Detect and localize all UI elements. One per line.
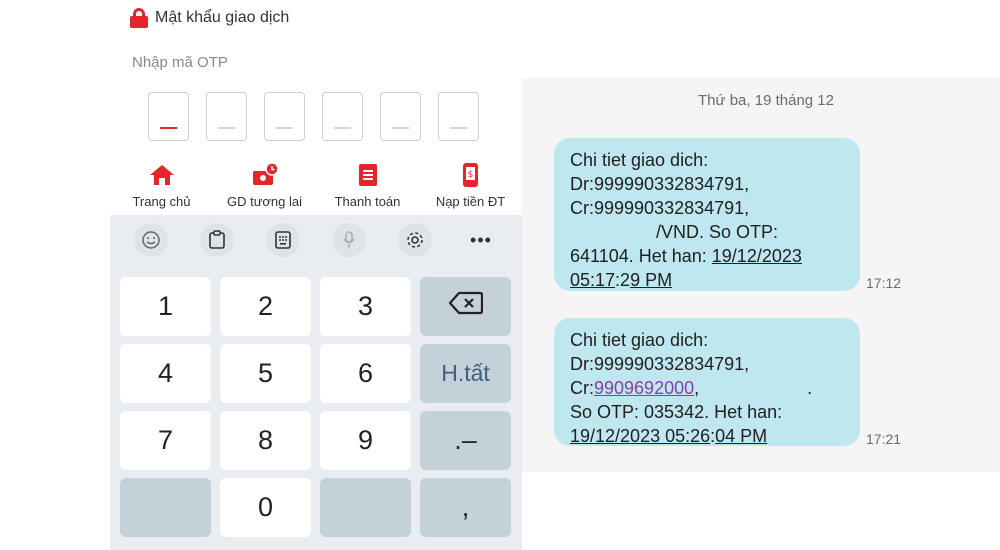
nav-item-home[interactable]: Trang chủ (112, 160, 212, 209)
otp-digit-2[interactable] (206, 92, 247, 141)
nav-label: Thanh toán (334, 194, 401, 209)
page-title: Mật khẩu giao dịch (155, 9, 290, 26)
otp-digit-4[interactable] (322, 92, 363, 141)
otp-input-group (148, 92, 479, 141)
sms-line: Chi tiet giao dich: (570, 330, 709, 350)
message-time: 17:12 (866, 275, 902, 291)
date-separator: Thứ ba, 19 tháng 12 (698, 92, 834, 109)
blank-key-left (120, 478, 211, 537)
keyboard-icon[interactable] (266, 223, 300, 257)
nav-label: Nạp tiền ĐT (435, 194, 506, 209)
settings-icon[interactable] (398, 223, 432, 257)
otp-label: Nhập mã OTP (132, 54, 228, 71)
sms-line: 05:17:29 PM (570, 270, 673, 290)
svg-text:$: $ (467, 170, 473, 180)
sms-conversation: Thứ ba, 19 tháng 12 Chi tiet giao dich: … (522, 78, 1000, 472)
bill-icon (357, 160, 379, 190)
nav-item-phone-topup[interactable]: $ Nạp tiền ĐT (421, 160, 521, 209)
backspace-icon (448, 291, 483, 322)
sms-line: Cr:999990332834791, (570, 198, 750, 218)
key-7[interactable]: 7 (120, 411, 211, 470)
key-8[interactable]: 8 (220, 411, 311, 470)
numeric-keyboard: ••• 1 2 3 4 5 6 H.tất 7 8 9 .– 0 , (110, 215, 522, 550)
lock-icon (130, 8, 148, 28)
banking-app-panel: Mật khẩu giao dịch Nhập mã OTP Trang chủ… (110, 0, 522, 550)
expiry-date-link[interactable]: 19/12/2023 (712, 246, 802, 266)
backspace-key[interactable] (420, 277, 511, 336)
key-6[interactable]: 6 (320, 344, 411, 403)
key-9[interactable]: 9 (320, 411, 411, 470)
key-1[interactable]: 1 (120, 277, 211, 336)
key-2[interactable]: 2 (220, 277, 311, 336)
future-transaction-icon (251, 160, 279, 190)
expiry-datetime-link[interactable]: 19/12/2023 05:26 (570, 426, 710, 446)
otp-digit-3[interactable] (264, 92, 305, 141)
sms-bubble[interactable]: Chi tiet giao dich: Dr:999990332834791, … (554, 318, 860, 446)
keyboard-toolbar: ••• (110, 215, 522, 265)
sms-line: 19/12/2023 05:26:04 PM (570, 426, 768, 446)
done-key[interactable]: H.tất (420, 344, 511, 403)
key-4[interactable]: 4 (120, 344, 211, 403)
clipboard-icon[interactable] (200, 223, 234, 257)
more-icon[interactable]: ••• (464, 223, 498, 257)
expiry-time-link[interactable]: 05:17 (570, 270, 615, 290)
key-0[interactable]: 0 (220, 478, 311, 537)
keypad: 1 2 3 4 5 6 H.tất 7 8 9 .– 0 , (120, 277, 512, 537)
nav-item-payment[interactable]: Thanh toán (318, 160, 418, 209)
phone-topup-icon: $ (460, 160, 482, 190)
nav-label: Trang chủ (132, 194, 191, 209)
blank-key-right (320, 478, 411, 537)
sms-line: 641104. Het han: 19/12/2023 (570, 246, 802, 266)
expiry-time-link[interactable]: 9 PM (630, 270, 672, 290)
dot-minus-key[interactable]: .– (420, 411, 511, 470)
sms-line: Dr:999990332834791, (570, 174, 750, 194)
emoji-icon[interactable] (134, 223, 168, 257)
mic-icon[interactable] (332, 223, 366, 257)
nav-item-future-transaction[interactable]: GD tương lai (215, 160, 315, 209)
header: Mật khẩu giao dịch (130, 8, 289, 28)
message-time: 17:21 (866, 431, 902, 447)
key-3[interactable]: 3 (320, 277, 411, 336)
sms-line: So OTP: 035342. Het han: (570, 402, 783, 422)
sms-line: Cr:9909692000,. (570, 378, 813, 398)
bottom-nav: Trang chủ GD tương lai Thanh toán $ Nạp … (110, 160, 522, 209)
comma-key[interactable]: , (420, 478, 511, 537)
sms-line: Chi tiet giao dich: (570, 150, 709, 170)
nav-label: GD tương lai (226, 194, 303, 209)
sms-line: /VND. So OTP: (656, 222, 779, 242)
home-icon (149, 160, 175, 190)
sms-line: Dr:999990332834791, (570, 354, 750, 374)
key-5[interactable]: 5 (220, 344, 311, 403)
otp-digit-6[interactable] (438, 92, 479, 141)
sms-bubble[interactable]: Chi tiet giao dich: Dr:999990332834791, … (554, 138, 860, 291)
otp-digit-5[interactable] (380, 92, 421, 141)
expiry-datetime-link[interactable]: 04 PM (715, 426, 767, 446)
otp-digit-1[interactable] (148, 92, 189, 141)
phone-number-link[interactable]: 9909692000 (594, 378, 694, 398)
